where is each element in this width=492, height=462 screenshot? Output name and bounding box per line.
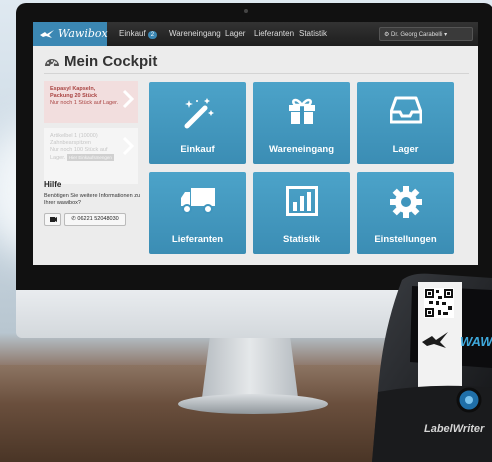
phone-number: 06221 52048030 <box>77 216 119 222</box>
camera-icon <box>244 9 248 13</box>
magic-wand-icon <box>184 98 214 129</box>
gear-icon <box>389 186 422 218</box>
video-call-button[interactable] <box>44 213 61 226</box>
nav-lager[interactable]: Lager <box>225 29 245 38</box>
printer-brand: LabelWriter <box>424 423 485 435</box>
nav-einkauf[interactable]: Einkauf 2 <box>119 29 158 39</box>
top-navbar: Wawibox Einkauf 2 Wareneingang Lager Lief… <box>33 22 478 46</box>
chevron-right-icon <box>122 136 135 156</box>
monitor-stand <box>202 338 298 398</box>
truck-icon <box>180 188 215 214</box>
brand-name: Wawibox <box>58 27 108 40</box>
tile-lager[interactable]: Lager <box>357 82 454 164</box>
label-printer: WAWIBOX LabelWriter <box>372 273 492 462</box>
tile-lieferanten[interactable]: Lieferanten <box>149 172 246 254</box>
app-screen: Wawibox Einkauf 2 Wareneingang Lager Lief… <box>33 22 478 265</box>
bird-logo-icon <box>40 30 54 38</box>
inbox-tray-icon <box>389 96 422 124</box>
tile-statistik[interactable]: Statistik <box>253 172 350 254</box>
alert-line: Lager. <box>50 155 66 161</box>
tile-label: Einstellungen <box>374 234 437 245</box>
phone-icon: ✆ <box>71 216 76 222</box>
tile-label: Lieferanten <box>171 234 224 245</box>
alert-line: Nur noch 100 Stück auf <box>50 147 108 153</box>
tile-wareneingang[interactable]: Wareneingang <box>253 82 350 164</box>
tile-label: Einkauf <box>180 144 215 155</box>
nav-statistik[interactable]: Statistik <box>299 29 327 38</box>
tile-einkauf[interactable]: Einkauf <box>149 82 246 164</box>
help-heading: Hilfe <box>44 180 62 189</box>
stock-alert-card[interactable]: Artikelbel 1 (10000) Zahnbearspitzen Nur… <box>44 128 138 184</box>
tile-label: Wareneingang <box>268 144 335 155</box>
bar-chart-icon <box>285 186 318 216</box>
help-text: Benötigen Sie weitere Informationen zu I… <box>44 193 141 206</box>
divider <box>44 73 469 74</box>
alert-line: Nur noch 1 Stück auf Lager. <box>50 100 119 106</box>
alert-tag: Hier Einkaufsmengen <box>66 154 114 161</box>
monitor-foot <box>178 394 328 414</box>
nav-label: Einkauf <box>119 29 146 38</box>
alert-line: Packung 20 Stück <box>50 93 98 99</box>
tile-label: Statistik <box>283 234 320 245</box>
alert-line: Zahnbearspitzen <box>50 140 91 146</box>
gift-icon <box>288 98 315 124</box>
dashboard-gauge-icon <box>45 59 59 68</box>
alert-line: Artikelbel 1 (10000) <box>50 133 98 139</box>
page-title: Mein Cockpit <box>64 53 158 70</box>
nav-wareneingang[interactable]: Wareneingang <box>169 29 221 38</box>
tile-label: Lager <box>392 144 419 155</box>
nav-badge: 2 <box>147 31 158 39</box>
brand-logo[interactable]: Wawibox <box>33 22 108 46</box>
chevron-right-icon <box>122 89 135 109</box>
video-camera-icon <box>50 217 57 222</box>
label-brand-text: WAWIBOX <box>460 334 492 349</box>
nav-lieferanten[interactable]: Lieferanten <box>254 29 294 38</box>
user-menu-button[interactable]: ⚙ Dr. Georg Carabelli ▾ <box>379 27 473 41</box>
phone-button[interactable]: ✆ 06221 52048030 <box>64 213 126 226</box>
stock-alert-card[interactable]: Espasyl Kapseln, Packung 20 Stück Nur no… <box>44 81 138 123</box>
qr-code-icon <box>424 288 454 318</box>
alert-line: Espasyl Kapseln, <box>50 86 96 92</box>
tile-einstellungen[interactable]: Einstellungen <box>357 172 454 254</box>
